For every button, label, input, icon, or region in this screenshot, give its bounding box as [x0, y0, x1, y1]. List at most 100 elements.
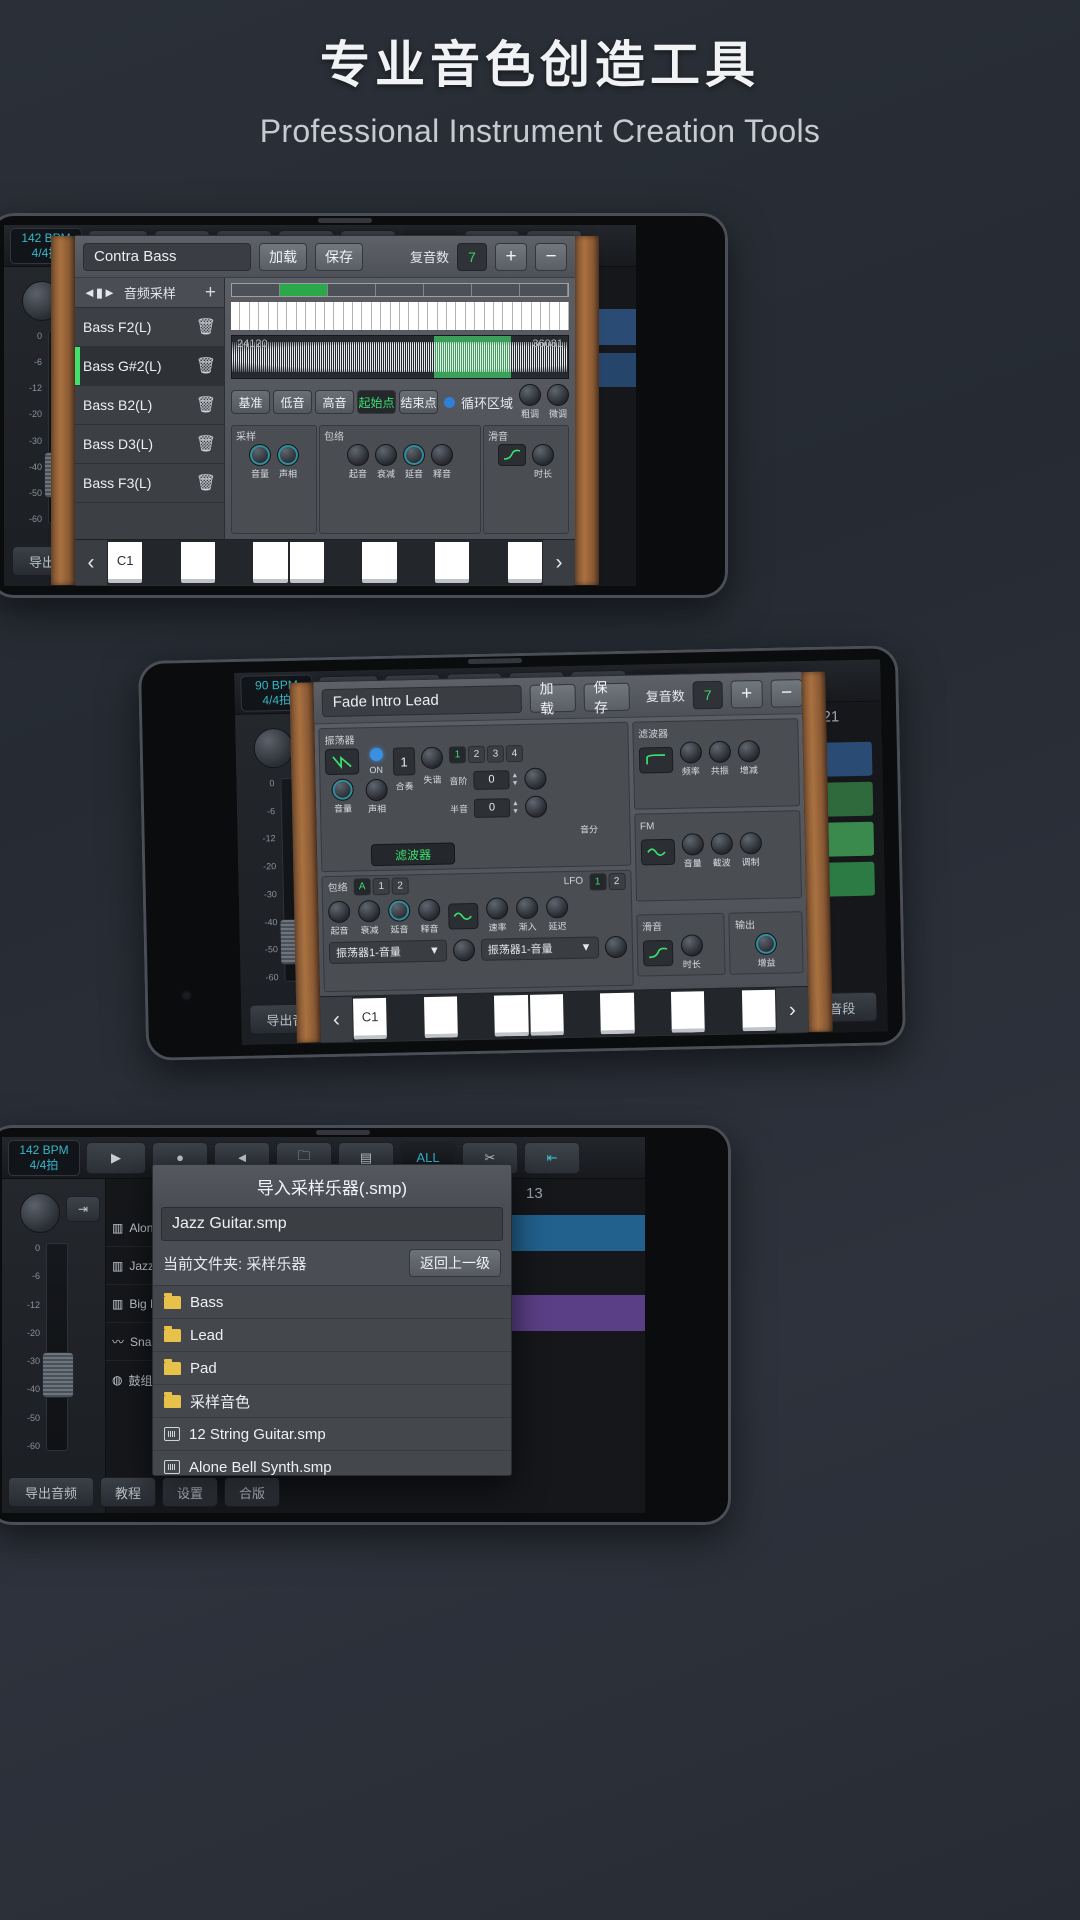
- poly-decrease-button[interactable]: −: [770, 679, 803, 708]
- coarse-tune-knob[interactable]: [519, 384, 541, 406]
- loop-indicator[interactable]: [444, 397, 455, 408]
- knob-cell[interactable]: 截波: [710, 833, 733, 869]
- keyboard-prev-button[interactable]: ‹: [320, 997, 353, 1043]
- white-key[interactable]: [742, 990, 776, 1032]
- filter-shape-icon[interactable]: [638, 747, 673, 774]
- load-button[interactable]: 加载: [529, 683, 576, 712]
- white-key[interactable]: [424, 996, 458, 1038]
- env-tab-a[interactable]: A: [353, 878, 370, 895]
- file-list[interactable]: Bass Lead Pad 采样音色 12 String Guitar.smp …: [153, 1285, 511, 1476]
- list-item[interactable]: Bass F3(L) 🗑: [75, 464, 224, 503]
- piano-key[interactable]: [231, 302, 240, 330]
- list-item[interactable]: Alone Bell Synth.smp: [153, 1451, 511, 1476]
- unison-value[interactable]: 1: [393, 747, 416, 775]
- white-key[interactable]: [362, 542, 396, 583]
- key-zone[interactable]: [424, 284, 472, 296]
- piano-key[interactable]: [560, 302, 569, 330]
- tutorial-button[interactable]: 教程: [100, 1477, 156, 1507]
- release-knob[interactable]: [431, 444, 453, 466]
- clip[interactable]: [506, 1295, 645, 1331]
- env-target-dropdown[interactable]: 振荡器1-音量 ▼: [329, 940, 447, 964]
- filter-toggle-button[interactable]: 滤波器: [371, 842, 455, 866]
- white-key[interactable]: [600, 993, 634, 1035]
- piano-key[interactable]: [372, 302, 381, 330]
- delete-icon[interactable]: 🗑: [196, 317, 216, 337]
- octave-1[interactable]: 1: [449, 746, 466, 763]
- knob-cell[interactable]: 衰减: [358, 900, 381, 936]
- white-key[interactable]: [530, 994, 564, 1036]
- key-zone[interactable]: [520, 284, 568, 296]
- env-tab-2[interactable]: 2: [391, 877, 408, 894]
- output-gain-knob[interactable]: [755, 933, 777, 955]
- osc-pan[interactable]: 声相: [365, 779, 388, 815]
- cents-knob-bottom[interactable]: [525, 795, 547, 817]
- knob-cell[interactable]: 增减: [737, 740, 760, 776]
- knob-cell[interactable]: 调制: [739, 832, 762, 868]
- filter-gain-knob[interactable]: [737, 740, 759, 762]
- clip[interactable]: [506, 1215, 645, 1251]
- detune-knob[interactable]: [421, 747, 443, 769]
- polyphony-value[interactable]: 7: [457, 243, 487, 271]
- instrument-name-input[interactable]: Contra Bass: [83, 243, 251, 271]
- piano-key[interactable]: [447, 302, 456, 330]
- piano-key[interactable]: [494, 302, 503, 330]
- piano-key[interactable]: [278, 302, 287, 330]
- key-zone[interactable]: [472, 284, 520, 296]
- cents-knob-top[interactable]: [524, 767, 546, 789]
- save-button[interactable]: 保存: [583, 682, 630, 711]
- piano-key[interactable]: [316, 302, 325, 330]
- fm-shape-icon[interactable]: [640, 839, 675, 866]
- keyboard-next-button[interactable]: ›: [543, 540, 575, 585]
- lfo-amount-knob[interactable]: [604, 936, 626, 958]
- piano-key[interactable]: [259, 302, 268, 330]
- poly-decrease-button[interactable]: −: [535, 243, 567, 271]
- save-button[interactable]: 保存: [315, 243, 363, 271]
- fm-volume-knob[interactable]: [681, 833, 703, 855]
- keyboard-next-button[interactable]: ›: [776, 987, 809, 1033]
- osc-volume-knob[interactable]: [331, 779, 353, 801]
- tab-basis[interactable]: 基准: [231, 390, 270, 414]
- list-item[interactable]: 12 String Guitar.smp: [153, 1418, 511, 1451]
- osc-volume[interactable]: 音量: [325, 778, 360, 815]
- tab-start-point[interactable]: 起始点: [357, 390, 396, 414]
- piano-key[interactable]: [409, 302, 418, 330]
- key-zone[interactable]: [328, 284, 376, 296]
- piano-key[interactable]: [541, 302, 550, 330]
- key-zone[interactable]: [232, 284, 280, 296]
- knob-cell[interactable]: 时长: [680, 934, 703, 970]
- filter-cutoff-knob[interactable]: [679, 741, 701, 763]
- key-zone-active[interactable]: [280, 284, 328, 296]
- knob-cell[interactable]: 起音: [347, 444, 369, 480]
- bpm-display[interactable]: 142 BPM 4/4拍: [8, 1140, 80, 1176]
- piano-key[interactable]: [419, 302, 428, 330]
- glide-shape-icon[interactable]: [642, 940, 673, 967]
- keyboard-prev-button[interactable]: ‹: [75, 540, 107, 585]
- add-sample-button[interactable]: +: [205, 282, 216, 304]
- list-item[interactable]: Pad: [153, 1352, 511, 1385]
- list-item[interactable]: 采样音色: [153, 1385, 511, 1418]
- piano-key[interactable]: [344, 302, 353, 330]
- key-c1[interactable]: C1: [353, 998, 387, 1040]
- delete-icon[interactable]: 🗑: [196, 356, 216, 376]
- env-sustain-knob[interactable]: [388, 899, 410, 921]
- env-amount-knob[interactable]: [453, 939, 475, 961]
- knob-cell[interactable]: 延音: [388, 899, 411, 935]
- master-knob[interactable]: [20, 1193, 60, 1233]
- list-item[interactable]: Bass D3(L) 🗑: [75, 425, 224, 464]
- piano-key[interactable]: [353, 302, 362, 330]
- list-item[interactable]: Bass: [153, 1286, 511, 1319]
- white-key[interactable]: [671, 991, 705, 1033]
- white-key[interactable]: [290, 542, 324, 583]
- attack-knob[interactable]: [347, 444, 369, 466]
- poly-increase-button[interactable]: +: [495, 243, 527, 271]
- lfo-target-dropdown[interactable]: 振荡器1-音量 ▼: [481, 936, 599, 960]
- tab-end-point[interactable]: 结束点: [399, 390, 438, 414]
- glide-time-knob[interactable]: [680, 934, 702, 956]
- play-button[interactable]: ▶: [86, 1142, 146, 1174]
- waveform-display[interactable]: 24120 36081: [231, 335, 569, 379]
- list-item[interactable]: Bass F2(L) 🗑: [75, 308, 224, 347]
- piano-key[interactable]: [381, 302, 390, 330]
- fm-mod-knob[interactable]: [739, 832, 761, 854]
- piano-key[interactable]: [522, 302, 531, 330]
- knob-cell[interactable]: 时长: [532, 444, 554, 480]
